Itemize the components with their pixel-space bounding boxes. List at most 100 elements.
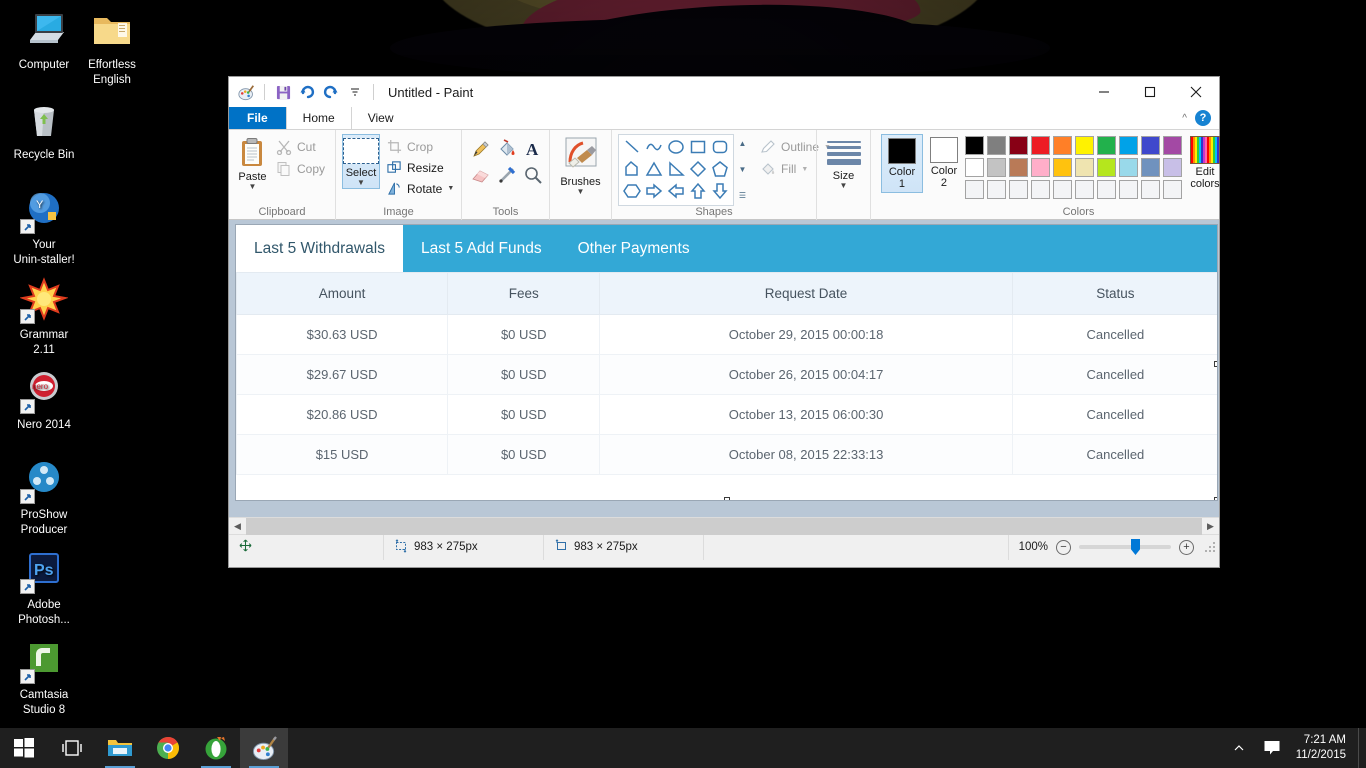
ribbon[interactable]: Paste ▼ Cut Copy Clipboard Select ▼ Crop…	[229, 130, 1220, 220]
pencil-icon[interactable]	[471, 139, 491, 162]
palette-swatch-1-7[interactable]	[1119, 158, 1138, 177]
ribbon-tab-bar[interactable]: File Home View ^ ?	[229, 107, 1219, 130]
taskbar-opera[interactable]	[192, 728, 240, 768]
desktop-icon-camtasia-studio-8[interactable]: Camtasia Studio 8	[6, 636, 82, 718]
eraser-icon[interactable]	[471, 165, 491, 188]
crop-button[interactable]: Crop	[383, 136, 458, 157]
palette-swatch-1-8[interactable]	[1141, 158, 1160, 177]
zoom-slider-thumb[interactable]	[1131, 539, 1140, 555]
palette-swatch-1-6[interactable]	[1097, 158, 1116, 177]
palette-swatch-0-7[interactable]	[1119, 136, 1138, 155]
shape-pentagon[interactable]	[711, 160, 729, 181]
chevron-down-icon[interactable]: ▼	[840, 182, 848, 190]
zoom-out-button[interactable]: −	[1056, 539, 1071, 555]
desktop-icon-effortless-english[interactable]: Effortless English	[74, 6, 150, 88]
collapse-ribbon-icon[interactable]: ^	[1182, 113, 1187, 124]
shape-triangle[interactable]	[645, 160, 663, 181]
shape-oval[interactable]	[667, 138, 685, 159]
help-icon[interactable]: ?	[1195, 110, 1211, 126]
shape-diamond[interactable]	[689, 160, 707, 181]
show-desktop-button[interactable]	[1358, 728, 1366, 768]
rotate-button[interactable]: Rotate ▼	[383, 178, 458, 199]
desktop-icon-computer[interactable]: Computer	[6, 6, 82, 73]
size-button[interactable]: Size ▼	[823, 134, 864, 190]
scrollbar-track[interactable]	[246, 517, 1202, 535]
action-center-button[interactable]	[1254, 728, 1290, 768]
palette-swatch-0-4[interactable]	[1053, 136, 1072, 155]
shape-rounded-rectangle[interactable]	[711, 138, 729, 159]
chevron-down-icon[interactable]: ▼	[577, 188, 585, 196]
palette-swatch-2-7[interactable]	[1119, 180, 1138, 199]
chevron-down-icon[interactable]: ▼	[357, 179, 365, 187]
undo-icon[interactable]	[297, 82, 317, 102]
brushes-button[interactable]: Brushes ▼	[556, 134, 605, 196]
resize-grip[interactable]	[1204, 541, 1216, 553]
palette-swatch-2-3[interactable]	[1031, 180, 1050, 199]
select-tool-button[interactable]: Select ▼	[342, 134, 380, 189]
color-2-button[interactable]: Color 2	[923, 134, 965, 191]
window-controls[interactable]	[1081, 77, 1219, 107]
palette-swatch-0-0[interactable]	[965, 136, 984, 155]
fill-with-color-icon[interactable]	[497, 138, 517, 162]
maximize-button[interactable]	[1127, 77, 1173, 107]
palette-swatch-0-8[interactable]	[1141, 136, 1160, 155]
scroll-right-icon[interactable]: ▶	[1202, 518, 1219, 535]
edit-colors-button[interactable]: Edit colors	[1190, 134, 1220, 190]
tab-home[interactable]: Home	[285, 107, 352, 129]
clock[interactable]: 7:21 AM 11/2/2015	[1290, 733, 1358, 763]
column-header-fees[interactable]: Fees	[447, 272, 601, 315]
palette-swatch-1-9[interactable]	[1163, 158, 1182, 177]
shape-right-triangle[interactable]	[667, 160, 685, 181]
tab-view[interactable]: View	[352, 107, 410, 129]
paste-button[interactable]: Paste ▼	[235, 134, 270, 191]
column-header-amount[interactable]: Amount	[236, 272, 449, 315]
zoom-slider[interactable]	[1079, 539, 1171, 555]
palette-swatch-0-3[interactable]	[1031, 136, 1050, 155]
shapes-expand-icon[interactable]: ☰	[736, 188, 749, 202]
shape-up-arrow[interactable]	[689, 182, 707, 203]
palette-swatch-1-0[interactable]	[965, 158, 984, 177]
palette-swatch-2-8[interactable]	[1141, 180, 1160, 199]
shape-left-arrow[interactable]	[667, 182, 685, 203]
desktop-icon-your-uninstaller[interactable]: Y Your Unin-staller!	[6, 186, 82, 268]
color-palette[interactable]	[965, 134, 1184, 201]
minimize-button[interactable]	[1081, 77, 1127, 107]
color-picker-icon[interactable]	[497, 165, 517, 188]
palette-swatch-2-4[interactable]	[1053, 180, 1072, 199]
scroll-left-icon[interactable]: ◀	[229, 518, 246, 535]
palette-swatch-1-1[interactable]	[987, 158, 1006, 177]
horizontal-scrollbar[interactable]: ◀ ▶	[229, 517, 1219, 535]
zoom-in-button[interactable]: +	[1179, 539, 1194, 555]
palette-swatch-0-6[interactable]	[1097, 136, 1116, 155]
chevron-down-icon[interactable]: ▼	[249, 183, 257, 191]
shapes-gallery[interactable]	[618, 134, 734, 206]
column-header-request-date[interactable]: Request Date	[599, 272, 1013, 315]
palette-swatch-2-6[interactable]	[1097, 180, 1116, 199]
palette-swatch-2-2[interactable]	[1009, 180, 1028, 199]
task-view-button[interactable]	[48, 728, 96, 768]
palette-swatch-0-1[interactable]	[987, 136, 1006, 155]
paint-logo-icon[interactable]	[236, 82, 256, 102]
palette-swatch-0-2[interactable]	[1009, 136, 1028, 155]
scrollbar-thumb[interactable]	[246, 517, 1202, 535]
palette-swatch-1-3[interactable]	[1031, 158, 1050, 177]
shape-line[interactable]	[623, 138, 641, 159]
taskbar-google-chrome[interactable]	[144, 728, 192, 768]
desktop-icon-proshow-producer[interactable]: ProShow Producer	[6, 456, 82, 538]
palette-swatch-2-1[interactable]	[987, 180, 1006, 199]
desktop-icon-nero-2014[interactable]: nero Nero 2014	[6, 366, 82, 433]
magnifier-icon[interactable]	[523, 165, 543, 188]
shape-hexagon[interactable]	[623, 182, 641, 203]
paint-canvas[interactable]: Last 5 Withdrawals Last 5 Add Funds Othe…	[235, 224, 1218, 501]
tab-other-payments[interactable]: Other Payments	[560, 225, 708, 272]
payments-tab-bar[interactable]: Last 5 Withdrawals Last 5 Add Funds Othe…	[236, 225, 1217, 272]
shape-right-arrow[interactable]	[645, 182, 663, 203]
shapes-scroll-controls[interactable]: ▲ ▼ ☰	[735, 134, 750, 204]
shapes-scroll-up-icon[interactable]: ▲	[736, 136, 749, 150]
customize-qat-icon[interactable]	[345, 82, 365, 102]
tab-last-5-add-funds[interactable]: Last 5 Add Funds	[403, 225, 560, 272]
desktop[interactable]: Computer Effortless English Recycle Bin	[0, 0, 1366, 768]
paint-canvas-area[interactable]: Last 5 Withdrawals Last 5 Add Funds Othe…	[229, 220, 1219, 517]
shapes-scroll-down-icon[interactable]: ▼	[736, 162, 749, 176]
paint-window[interactable]: Untitled - Paint File Home View ^ ? Past…	[228, 76, 1220, 568]
